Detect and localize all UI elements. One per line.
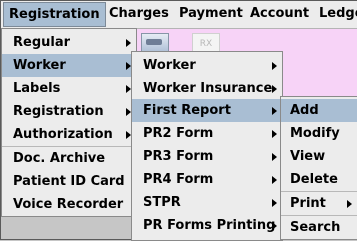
submenu-arrow-icon <box>126 39 131 47</box>
menu-account[interactable]: Account <box>245 1 314 27</box>
menu-item-label: STPR <box>143 195 181 210</box>
menu-item-label: Voice Recorder <box>13 197 124 212</box>
menu-item-pr3-form[interactable]: PR3 Form <box>132 145 282 168</box>
menu-item-label: Registration <box>13 104 104 119</box>
menu-item-modify[interactable]: Modify <box>281 122 357 145</box>
submenu-arrow-icon <box>272 85 277 93</box>
menu-item-label: Labels <box>13 81 61 96</box>
menu-item-label: Add <box>290 103 319 118</box>
menu-item-label: Modify <box>290 126 340 141</box>
menu-item-label: Print <box>290 196 326 211</box>
menubar: Registration Charges Payment Account Led… <box>1 1 357 29</box>
toolbar-app-icon[interactable] <box>141 33 169 53</box>
menu-item-stpr[interactable]: STPR <box>132 191 282 214</box>
first-report-submenu: Add Modify View Delete Print Search <box>280 96 357 240</box>
menu-item-label: Patient ID Card <box>13 174 125 189</box>
menu-registration[interactable]: Registration <box>3 2 106 27</box>
menu-item-search[interactable]: Search <box>281 216 357 239</box>
menu-charges[interactable]: Charges <box>104 1 174 27</box>
menu-item-label: Worker <box>13 58 66 73</box>
menu-item-label: Worker <box>143 58 196 73</box>
menu-item-label: PR4 Form <box>143 172 214 187</box>
submenu-arrow-icon <box>272 153 277 161</box>
menu-item-worker[interactable]: Worker <box>2 54 136 77</box>
menu-item-pr4-form[interactable]: PR4 Form <box>132 168 282 191</box>
menu-item-label: Authorization <box>13 127 113 142</box>
menu-item-voice-recorder[interactable]: Voice Recorder <box>2 193 136 216</box>
submenu-arrow-icon <box>272 107 277 115</box>
menu-ledger[interactable]: Ledger <box>314 1 357 27</box>
menu-item-worker[interactable]: Worker <box>132 54 282 77</box>
menu-item-worker-insurance[interactable]: Worker Insurance <box>132 77 282 100</box>
registration-dropdown: Regular Worker Labels Registration Autho… <box>1 28 137 217</box>
menu-item-delete[interactable]: Delete <box>281 168 357 191</box>
menu-item-registration[interactable]: Registration <box>2 100 136 123</box>
menu-item-doc-archive[interactable]: Doc. Archive <box>2 147 136 170</box>
menu-item-print[interactable]: Print <box>281 192 357 215</box>
menu-item-authorization[interactable]: Authorization <box>2 123 136 146</box>
menu-item-label: Search <box>290 220 341 235</box>
menu-item-view[interactable]: View <box>281 145 357 168</box>
menu-item-pr2-form[interactable]: PR2 Form <box>132 122 282 145</box>
submenu-arrow-icon <box>272 62 277 70</box>
menu-item-labels[interactable]: Labels <box>2 77 136 100</box>
submenu-arrow-icon <box>272 222 277 230</box>
menu-item-label: PR2 Form <box>143 126 214 141</box>
menu-item-patient-id-card[interactable]: Patient ID Card <box>2 170 136 193</box>
menu-item-regular[interactable]: Regular <box>2 31 136 54</box>
menu-item-label: View <box>290 149 326 164</box>
menu-item-label: PR3 Form <box>143 149 214 164</box>
menu-item-pr-forms-printing[interactable]: PR Forms Printing <box>132 214 282 237</box>
submenu-arrow-icon <box>347 200 352 208</box>
submenu-arrow-icon <box>272 199 277 207</box>
submenu-arrow-icon <box>272 176 277 184</box>
menu-item-label: PR Forms Printing <box>143 218 276 233</box>
menu-item-add[interactable]: Add <box>281 99 357 122</box>
menu-item-label: Worker Insurance <box>143 81 273 96</box>
menu-payment[interactable]: Payment <box>174 1 248 27</box>
menu-item-label: Regular <box>13 35 71 50</box>
menu-item-label: First Report <box>143 103 231 118</box>
menu-item-label: Delete <box>290 172 338 187</box>
worker-submenu: Worker Worker Insurance First Report PR2… <box>131 51 283 241</box>
submenu-arrow-icon <box>272 130 277 138</box>
menu-item-label: Doc. Archive <box>13 151 106 166</box>
menu-item-first-report[interactable]: First Report <box>132 99 282 122</box>
